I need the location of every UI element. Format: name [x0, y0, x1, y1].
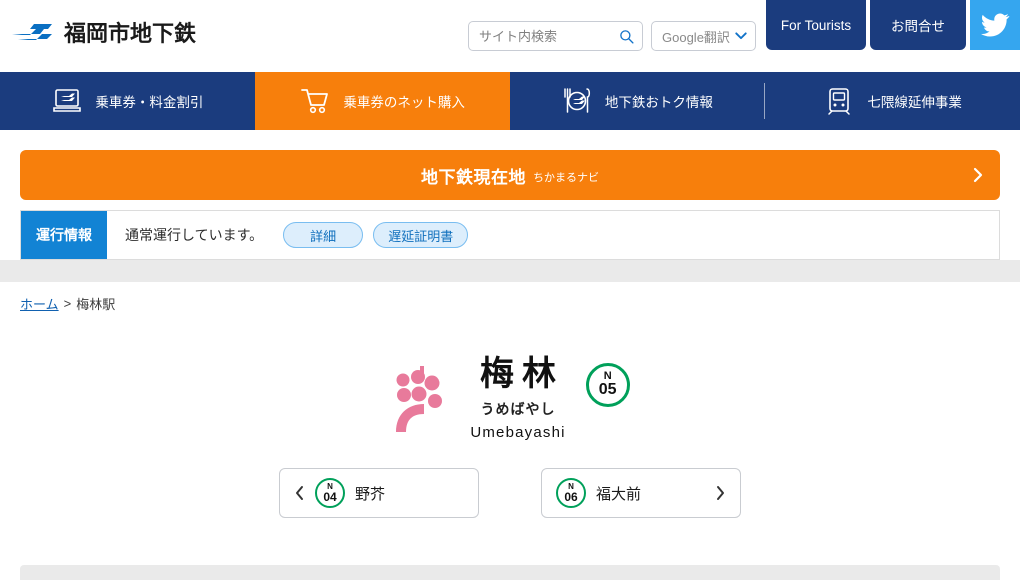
site-header: 福岡市地下鉄 Google翻訳 For Tourists お問合せ	[0, 0, 1020, 72]
nav-label: 乗車券・料金割引	[95, 95, 204, 110]
status-actions: 詳細 遅延証明書	[263, 211, 469, 259]
banner-zone: 地下鉄現在地 ちかまるナビ	[0, 130, 1020, 200]
breadcrumb-current: 梅林駅	[76, 297, 116, 312]
station-code-badge: N 05	[585, 362, 630, 407]
dining-plate-icon	[564, 88, 590, 113]
status-message: 通常運行しています。	[125, 227, 264, 243]
chevron-down-icon[interactable]	[735, 32, 747, 40]
shopping-cart-icon	[301, 89, 329, 114]
prev-station-code: N 04	[315, 478, 345, 508]
contact-button[interactable]: お問合せ	[870, 0, 966, 50]
nav-item-deals[interactable]: 地下鉄おトク情報	[510, 72, 765, 130]
nav-item-tickets[interactable]: 乗車券・料金割引	[0, 72, 255, 130]
nav-item-nanakuma-extension[interactable]: 七隈線延伸事業	[765, 72, 1020, 130]
search-icon[interactable]	[619, 29, 634, 44]
translate-label: Google翻訳	[662, 29, 730, 45]
main-navigation: 乗車券・料金割引 乗車券のネット購入 地下鉄おトク情報 七隈線延伸事業	[0, 72, 1020, 130]
prev-code-number: 04	[323, 489, 337, 504]
ticket-icon	[53, 89, 82, 112]
chevron-right-icon	[717, 486, 724, 500]
adjacent-stations: N 04 野芥 N 06 福大前	[0, 468, 1020, 518]
station-code-number: 05	[598, 380, 617, 398]
search-box[interactable]	[468, 21, 643, 51]
next-station-code: N 06	[556, 478, 586, 508]
twitter-bird-icon	[980, 13, 1010, 37]
breadcrumb: ホーム > 梅林駅	[0, 282, 1020, 313]
chevron-left-icon	[296, 486, 303, 500]
station-name-kanji: 梅林	[480, 355, 564, 393]
banner-title: 地下鉄現在地	[421, 167, 526, 187]
station-names: 梅林 うめばやし Umebayashi	[470, 357, 565, 440]
nav-label: 乗車券のネット購入	[343, 95, 465, 110]
banner-subtitle: ちかまるナビ	[533, 172, 599, 184]
search-input[interactable]	[479, 28, 619, 44]
nav-label: 地下鉄おトク情報	[604, 95, 713, 110]
twitter-link[interactable]	[970, 0, 1020, 50]
next-station-label: 福大前	[596, 485, 642, 503]
status-detail-button[interactable]: 詳細	[283, 222, 364, 248]
status-badge: 運行情報	[21, 211, 107, 259]
service-status-bar: 運行情報 通常運行しています。 詳細 遅延証明書	[20, 210, 1000, 260]
chevron-right-icon	[973, 167, 983, 183]
header-actions: Google翻訳 For Tourists お問合せ	[468, 0, 1020, 60]
nav-item-online-ticket[interactable]: 乗車券のネット購入	[254, 72, 510, 130]
brand-name: 福岡市地下鉄	[64, 21, 197, 46]
fukuoka-subway-logo-icon	[12, 24, 52, 40]
breadcrumb-home-link[interactable]: ホーム	[20, 294, 59, 313]
chikamaru-navi-banner[interactable]: 地下鉄現在地 ちかまるナビ	[20, 150, 1000, 200]
prev-station-button[interactable]: N 04 野芥	[279, 468, 479, 518]
next-station-button[interactable]: N 06 福大前	[541, 468, 741, 518]
nav-label: 七隈線延伸事業	[867, 95, 962, 110]
next-code-number: 06	[564, 489, 578, 504]
status-zone: 運行情報 通常運行しています。 詳細 遅延証明書	[0, 200, 1020, 260]
station-name-roman: Umebayashi	[470, 424, 566, 441]
site-brand[interactable]: 福岡市地下鉄	[10, 16, 196, 48]
prev-station-label: 野芥	[355, 485, 386, 503]
plum-blossom-icon	[396, 365, 443, 432]
station-hero: 梅林 うめばやし Umebayashi N 05	[0, 357, 1020, 440]
station-name-kana: うめばやし	[480, 401, 556, 417]
train-front-icon	[828, 88, 851, 115]
translate-select[interactable]: Google翻訳	[651, 21, 756, 51]
status-gray-strip	[0, 260, 1020, 282]
station-code-letter: N	[603, 369, 612, 382]
for-tourists-button[interactable]: For Tourists	[766, 0, 866, 50]
delay-certificate-button[interactable]: 遅延証明書	[373, 222, 469, 248]
bottom-content-panel	[20, 565, 1000, 580]
breadcrumb-separator: >	[63, 296, 72, 311]
